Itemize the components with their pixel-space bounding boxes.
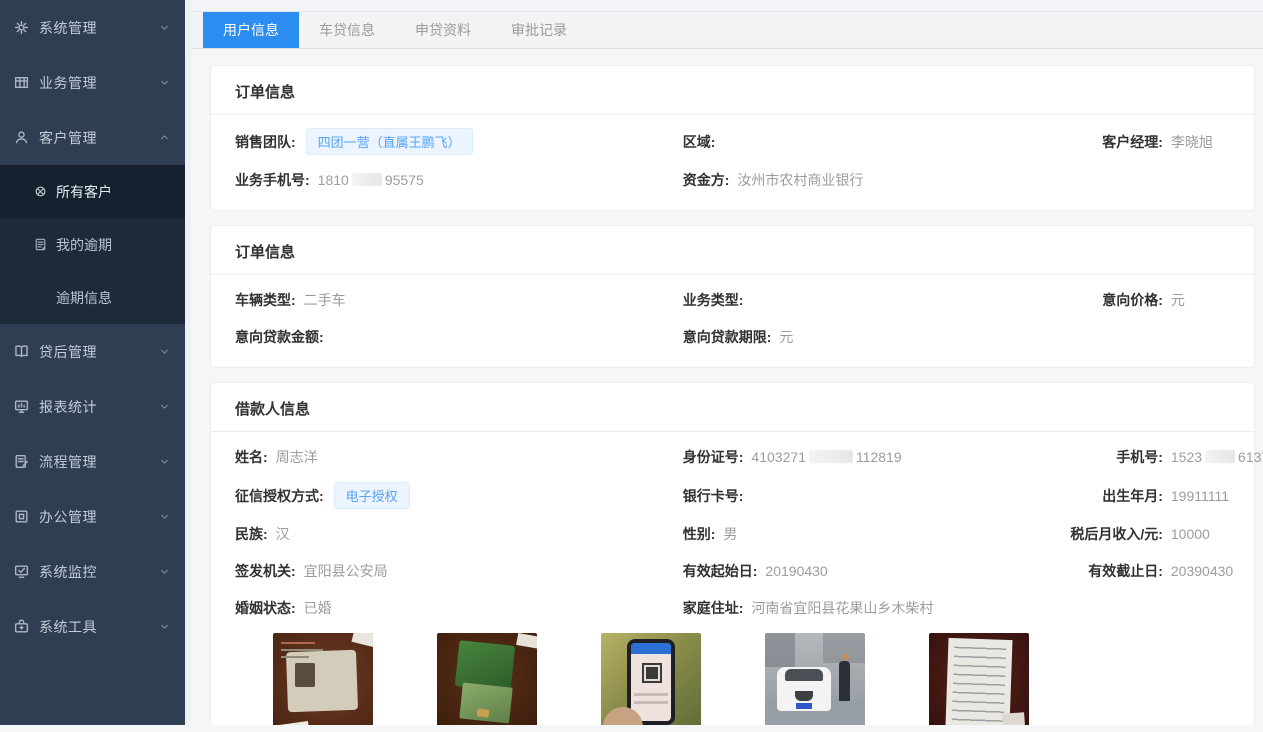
grid-icon [13,74,30,91]
field-intended-price: 意向价格: 元 [1051,288,1230,312]
chevron-up-icon [158,131,171,144]
masked-digits [809,450,853,463]
tab-bar: 用户信息 车贷信息 申贷资料 审批记录 [191,12,1263,49]
sidebar-item-system-tools[interactable]: 系统工具 [0,599,185,654]
book-icon [13,343,30,360]
order-info-card-1: 订单信息 销售团队: 四团一营（直属王鹏飞） 区域: 客户经理: 李晓旭 [210,65,1255,211]
masked-digits [352,173,382,186]
field-intended-loan-amount: 意向贷款金额: [235,325,683,349]
field-valid-from: 有效起始日: 20190430 [683,559,1051,583]
chevron-down-icon [158,76,171,89]
submenu-item-label: 所有客户 [56,182,112,202]
card-title: 订单信息 [211,226,1254,275]
license-booklet-photo-thumbnail[interactable] [437,633,537,732]
field-intended-loan-term: 意向贷款期限: 元 [683,325,1051,349]
field-bank-card-number: 银行卡号: [683,484,1051,508]
tab-loan-application-materials[interactable]: 申贷资料 [395,12,491,48]
field-home-address: 家庭住址: 河南省宜阳县花果山乡木柴村 [683,596,1051,620]
masked-digits [1205,450,1235,463]
main-content: 用户信息 车贷信息 申贷资料 审批记录 订单信息 销售团队: 四团一营（直属王鹏… [191,0,1263,732]
field-fund-provider: 资金方: 汝州市农村商业银行 [683,168,1051,192]
person-with-car-photo-thumbnail[interactable] [765,633,865,732]
sidebar-item-process-management[interactable]: 流程管理 [0,434,185,489]
field-gender: 性别: 男 [683,522,1051,546]
field-valid-until: 有效截止日: 20390430 [1051,559,1230,583]
customer-submenu: 所有客户 我的逾期 逾期信息 [0,165,185,324]
phone-qr-screenshot-thumbnail[interactable] [601,633,701,732]
field-sales-team: 销售团队: 四团一营（直属王鹏飞） [235,128,683,155]
field-name: 姓名: 周志洋 [235,445,683,469]
monitor-check-icon [13,563,30,580]
monitor-icon [13,398,30,415]
sidebar-item-customer-management[interactable]: 客户管理 [0,110,185,165]
chevron-down-icon [158,21,171,34]
sidebar-item-report-statistics[interactable]: 报表统计 [0,379,185,434]
id-card-photo-thumbnail[interactable] [273,633,373,732]
field-birth-date: 出生年月: 19911111 [1051,484,1230,508]
sidebar-content-divider [185,0,191,732]
submenu-item-label: 我的逾期 [56,235,112,255]
tab-user-info[interactable]: 用户信息 [203,12,299,48]
flow-icon [13,453,30,470]
card-title: 借款人信息 [211,383,1254,432]
attachment-thumbnails: 身份证 驾驶证照片 授权截图 [235,633,1230,732]
field-mobile-number: 手机号: 15236137 [1051,445,1230,469]
field-marital-status: 婚姻状态: 已婚 [235,596,683,620]
tab-car-loan-info[interactable]: 车贷信息 [299,12,395,48]
user-icon [13,129,30,146]
sidebar-item-system-management[interactable]: 系统管理 [0,0,185,55]
sidebar-item-postloan-management[interactable]: 贷后管理 [0,324,185,379]
sidebar-item-label: 系统监控 [39,562,158,582]
field-vehicle-type: 车辆类型: 二手车 [235,288,683,312]
sidebar-item-label: 报表统计 [39,397,158,417]
sidebar-item-business-management[interactable]: 业务管理 [0,55,185,110]
submenu-item-all-customers[interactable]: 所有客户 [0,165,185,218]
borrower-info-card: 借款人信息 姓名: 周志洋 身份证号: 4103271112819 手机号: 1… [210,382,1255,732]
sidebar-item-label: 系统工具 [39,617,158,637]
bottom-edge-strip [0,725,1263,732]
toolbox-icon [13,618,30,635]
submenu-item-label: 逾期信息 [56,288,112,308]
handwritten-document-photo-thumbnail[interactable] [929,633,1029,732]
chevron-down-icon [158,455,171,468]
field-ethnicity: 民族: 汉 [235,522,683,546]
card-title: 订单信息 [211,66,1254,115]
sidebar-item-label: 贷后管理 [39,342,158,362]
field-id-number: 身份证号: 4103271112819 [683,445,1051,469]
tab-approval-records[interactable]: 审批记录 [491,12,587,48]
doc-icon [33,237,48,252]
field-issuing-authority: 签发机关: 宜阳县公安局 [235,559,683,583]
sidebar: 系统管理 业务管理 客户管理 所有客户 我的逾期 逾期信息 [0,0,185,732]
sidebar-item-label: 流程管理 [39,452,158,472]
sidebar-item-label: 办公管理 [39,507,158,527]
chevron-down-icon [158,345,171,358]
wheel-icon [33,184,48,199]
field-region: 区域: [683,130,1051,154]
submenu-item-overdue-info[interactable]: 逾期信息 [0,271,185,324]
field-business-phone: 业务手机号: 181095575 [235,168,683,192]
submenu-item-my-overdue[interactable]: 我的逾期 [0,218,185,271]
chevron-down-icon [158,565,171,578]
order-info-card-2: 订单信息 车辆类型: 二手车 业务类型: 意向价格: 元 [210,225,1255,368]
sales-team-tag[interactable]: 四团一营（直属王鹏飞） [306,128,473,155]
field-monthly-income: 税后月收入/元: 10000 [1051,522,1230,546]
sidebar-item-system-monitor[interactable]: 系统监控 [0,544,185,599]
sidebar-item-label: 客户管理 [39,128,158,148]
chevron-down-icon [158,510,171,523]
field-credit-auth-method: 征信授权方式: 电子授权 [235,482,683,509]
gear-icon [13,19,30,36]
field-business-type: 业务类型: [683,288,1051,312]
top-strip [191,0,1263,12]
sidebar-item-label: 业务管理 [39,73,158,93]
office-icon [13,508,30,525]
e-auth-tag[interactable]: 电子授权 [334,482,410,509]
chevron-down-icon [158,400,171,413]
field-account-manager: 客户经理: 李晓旭 [1051,130,1230,154]
sidebar-item-office-management[interactable]: 办公管理 [0,489,185,544]
sidebar-item-label: 系统管理 [39,18,158,38]
chevron-down-icon [158,620,171,633]
